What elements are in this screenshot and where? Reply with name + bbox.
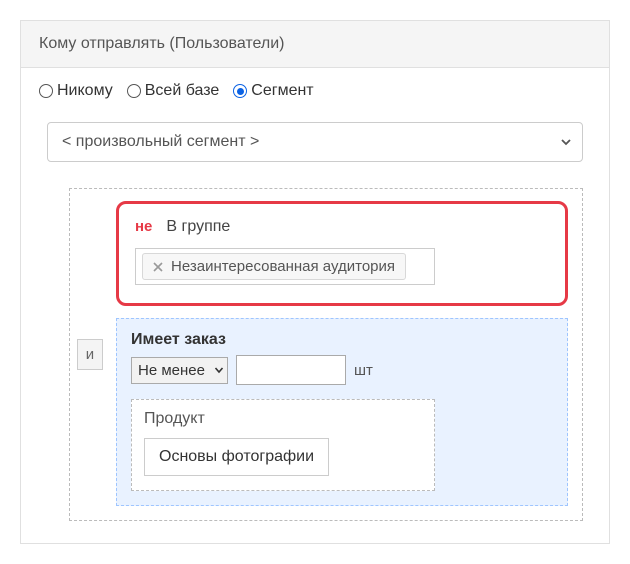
radio-segment-label: Сегмент: [251, 82, 313, 100]
recipient-mode-radios: Никому Всей базе Сегмент: [39, 82, 591, 100]
recipients-panel: Кому отправлять (Пользователи) Никому Вс…: [20, 20, 610, 544]
and-operator-label: и: [86, 346, 94, 363]
rule-has-order-title: Имеет заказ: [131, 331, 553, 349]
group-tag-label: Незаинтересованная аудитория: [171, 258, 395, 275]
panel-body: Никому Всей базе Сегмент < произвольный …: [21, 68, 609, 543]
segment-select[interactable]: < произвольный сегмент >: [47, 122, 583, 162]
panel-header: Кому отправлять (Пользователи): [21, 21, 609, 68]
radio-all-label: Всей базе: [145, 82, 220, 100]
chevron-down-icon: [560, 136, 572, 148]
order-comparator-select[interactable]: Не менее: [131, 357, 228, 384]
and-operator[interactable]: и: [77, 339, 103, 370]
rule-in-group-title: В группе: [166, 218, 230, 236]
rule-header: не В группе: [135, 218, 549, 236]
order-qty-row: Не менее шт: [131, 355, 553, 385]
product-subrule: Продукт Основы фотографии: [131, 399, 435, 491]
group-tag: Незаинтересованная аудитория: [142, 253, 406, 280]
segment-rules: и не В группе Незаинтересованная ау: [69, 188, 583, 521]
rule-not-in-group: не В группе Незаинтересованная аудитория: [116, 201, 568, 306]
radio-none-label: Никому: [57, 82, 113, 100]
segment-select-value: < произвольный сегмент >: [62, 133, 259, 150]
chevron-down-icon: [214, 365, 224, 375]
radio-segment[interactable]: Сегмент: [233, 82, 313, 100]
group-tag-input[interactable]: Незаинтересованная аудитория: [135, 248, 435, 285]
product-value: Основы фотографии: [159, 448, 314, 465]
product-value-box[interactable]: Основы фотографии: [144, 438, 329, 476]
rules-column: не В группе Незаинтересованная аудитория: [110, 189, 582, 520]
negation-label[interactable]: не: [135, 218, 152, 235]
panel-title: Кому отправлять (Пользователи): [39, 35, 285, 52]
radio-icon: [127, 84, 141, 98]
radio-none[interactable]: Никому: [39, 82, 113, 100]
radio-icon: [39, 84, 53, 98]
product-section-label: Продукт: [144, 410, 422, 428]
radio-icon: [233, 84, 247, 98]
close-icon[interactable]: [153, 262, 163, 272]
rule-has-order: Имеет заказ Не менее шт Продукт: [116, 318, 568, 506]
order-comparator-value: Не менее: [138, 362, 205, 379]
logic-operator-col: и: [70, 189, 110, 520]
order-qty-unit: шт: [354, 362, 373, 379]
order-qty-input[interactable]: [236, 355, 346, 385]
radio-all[interactable]: Всей базе: [127, 82, 220, 100]
